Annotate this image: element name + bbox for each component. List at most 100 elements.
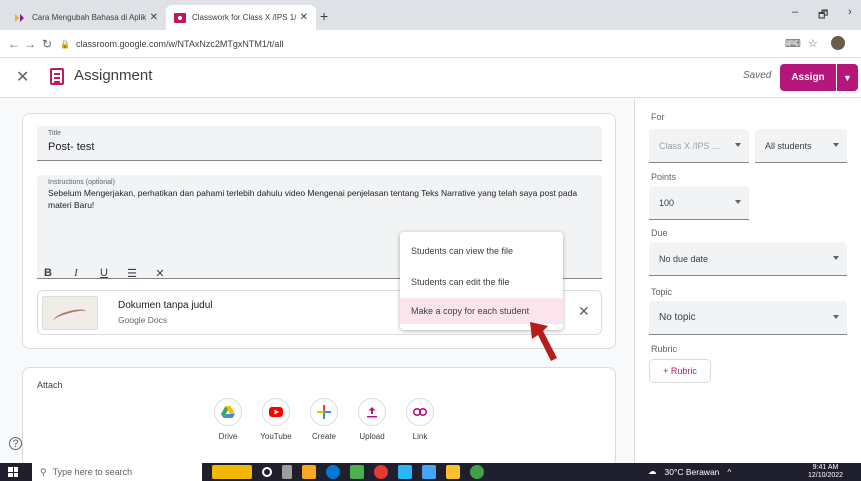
link-button[interactable]: Link xyxy=(398,398,442,441)
file-explorer-icon[interactable] xyxy=(302,465,316,479)
photos-icon[interactable] xyxy=(422,465,436,479)
caret-down-icon xyxy=(735,200,741,204)
caret-down-icon xyxy=(833,256,839,260)
store-icon[interactable] xyxy=(350,465,364,479)
chrome-icon[interactable] xyxy=(470,465,484,479)
menu-item-view[interactable]: Students can view the file xyxy=(400,238,563,264)
search-icon: ⚲ xyxy=(40,466,47,477)
attach-label: Attach xyxy=(37,380,63,390)
cortana-icon[interactable] xyxy=(262,467,272,477)
topic-label: Topic xyxy=(651,287,673,297)
save-status: Saved xyxy=(743,70,772,81)
reload-icon[interactable]: ↻ xyxy=(42,37,52,51)
pointer-arrow-icon xyxy=(530,322,557,361)
students-select[interactable]: All students xyxy=(755,129,847,163)
tray-chevron-icon[interactable]: ^ xyxy=(727,467,731,477)
remove-attachment-icon[interactable]: ✕ xyxy=(578,303,590,320)
underline-button[interactable]: U xyxy=(97,267,111,280)
youtube-icon xyxy=(269,407,283,417)
drive-label: Drive xyxy=(218,432,238,441)
plus-icon xyxy=(317,405,331,419)
browser-tab[interactable]: Cara Mengubah Bahasa di Aplika ✕ xyxy=(6,5,166,30)
taskbar-clock[interactable]: 9:41 AM 12/10/2022 xyxy=(808,464,843,480)
link-icon xyxy=(413,408,427,416)
rubric-label: Rubric xyxy=(651,344,678,354)
close-window-button[interactable]: › xyxy=(848,6,852,18)
forward-arrow-icon[interactable]: → xyxy=(24,37,36,51)
tab-close-icon[interactable]: ✕ xyxy=(300,12,308,23)
opera-icon[interactable] xyxy=(374,465,388,479)
drive-button[interactable]: Drive xyxy=(206,398,250,441)
app-header: ✕ Assignment Saved Assign ▼ xyxy=(0,58,861,98)
attach-card: Attach Drive YouTube Create Upload Link xyxy=(22,367,616,467)
create-button[interactable]: Create xyxy=(302,398,346,441)
settings-sidebar: For Class X /IPS ... All students Points… xyxy=(634,99,861,463)
edge-icon[interactable] xyxy=(326,465,340,479)
back-arrow-icon[interactable]: ← xyxy=(8,37,20,51)
task-view-icon[interactable] xyxy=(282,465,292,479)
bulleted-list-button[interactable]: ☰ xyxy=(125,267,139,280)
restore-button[interactable]: 🗗 xyxy=(818,6,828,25)
caret-down-icon xyxy=(735,143,741,147)
page-title: Assignment xyxy=(74,67,153,84)
address-bar: ← → ↻ 🔒 classroom.google.com/w/NTAxNzc2M… xyxy=(0,30,861,58)
translate-icon[interactable]: ⌨ xyxy=(785,37,801,50)
clear-format-button[interactable]: ✕ xyxy=(153,267,167,280)
double-chevron-icon xyxy=(15,13,24,22)
add-rubric-button[interactable]: + Rubric xyxy=(649,359,711,383)
attach-buttons: Drive YouTube Create Upload Link xyxy=(206,398,442,441)
youtube-label: YouTube xyxy=(260,432,292,441)
weather-text[interactable]: 30°C Berawan xyxy=(665,467,720,477)
bold-button[interactable]: B xyxy=(41,267,55,280)
help-icon[interactable]: ? xyxy=(9,437,22,450)
system-tray: ☁ 30°C Berawan ^ xyxy=(648,466,731,477)
weather-widget-icon[interactable] xyxy=(212,465,252,479)
paint-icon[interactable] xyxy=(446,465,460,479)
title-label: Title xyxy=(48,130,61,137)
close-icon[interactable]: ✕ xyxy=(16,67,29,87)
url-field[interactable]: 🔒 classroom.google.com/w/NTAxNzc2MTgxNTM… xyxy=(60,35,760,53)
windows-start-icon[interactable] xyxy=(8,467,18,477)
title-field[interactable]: Title Post- test xyxy=(37,126,602,161)
due-label: Due xyxy=(651,228,668,238)
tab-title: Cara Mengubah Bahasa di Aplika xyxy=(32,13,146,22)
profile-avatar[interactable] xyxy=(831,36,845,50)
new-tab-button[interactable]: + xyxy=(320,8,328,24)
attachment-title: Dokumen tanpa judul xyxy=(118,300,213,311)
url-text: classroom.google.com/w/NTAxNzc2MTgxNTM1/… xyxy=(75,39,284,49)
youtube-button[interactable]: YouTube xyxy=(254,398,298,441)
points-select[interactable]: 100 xyxy=(649,186,749,220)
drive-icon xyxy=(221,406,235,418)
classroom-icon xyxy=(174,12,186,23)
star-icon[interactable]: ☆ xyxy=(808,37,818,50)
caret-down-icon xyxy=(833,315,839,319)
topic-select[interactable]: No topic xyxy=(649,301,847,335)
due-select[interactable]: No due date xyxy=(649,242,847,276)
lock-icon: 🔒 xyxy=(60,39,70,49)
italic-button[interactable]: I xyxy=(69,267,83,280)
tab-title: Classwork for Class X /IPS 1/Bahas xyxy=(192,13,296,22)
upload-label: Upload xyxy=(359,432,385,441)
tab-close-icon[interactable]: ✕ xyxy=(150,12,158,23)
menu-item-edit[interactable]: Students can edit the file xyxy=(400,269,563,295)
browser-tab-bar: Cara Mengubah Bahasa di Aplika ✕ Classwo… xyxy=(0,0,861,30)
upload-button[interactable]: Upload xyxy=(350,398,394,441)
document-thumbnail xyxy=(42,296,98,330)
for-label: For xyxy=(651,112,665,122)
assign-dropdown-button[interactable]: ▼ xyxy=(837,64,858,91)
taskbar-search-input[interactable]: ⚲ Type here to search xyxy=(32,463,202,481)
cloud-icon: ☁ xyxy=(648,466,657,476)
browser-tab-active[interactable]: Classwork for Class X /IPS 1/Bahas ✕ xyxy=(166,5,316,30)
assignment-icon xyxy=(50,68,64,85)
mail-icon[interactable] xyxy=(398,465,412,479)
caret-down-icon xyxy=(833,143,839,147)
minimize-button[interactable]: – xyxy=(792,6,798,18)
assign-button[interactable]: Assign xyxy=(780,64,836,91)
share-options-menu: Students can view the file Students can … xyxy=(400,232,563,330)
taskbar-apps xyxy=(212,465,484,479)
title-value: Post- test xyxy=(48,141,95,153)
windows-taskbar: ⚲ Type here to search ☁ 30°C Berawan ^ 9… xyxy=(0,463,861,481)
link-label: Link xyxy=(412,432,428,441)
format-toolbar: B I U ☰ ✕ xyxy=(41,267,167,280)
class-select[interactable]: Class X /IPS ... xyxy=(649,129,749,163)
